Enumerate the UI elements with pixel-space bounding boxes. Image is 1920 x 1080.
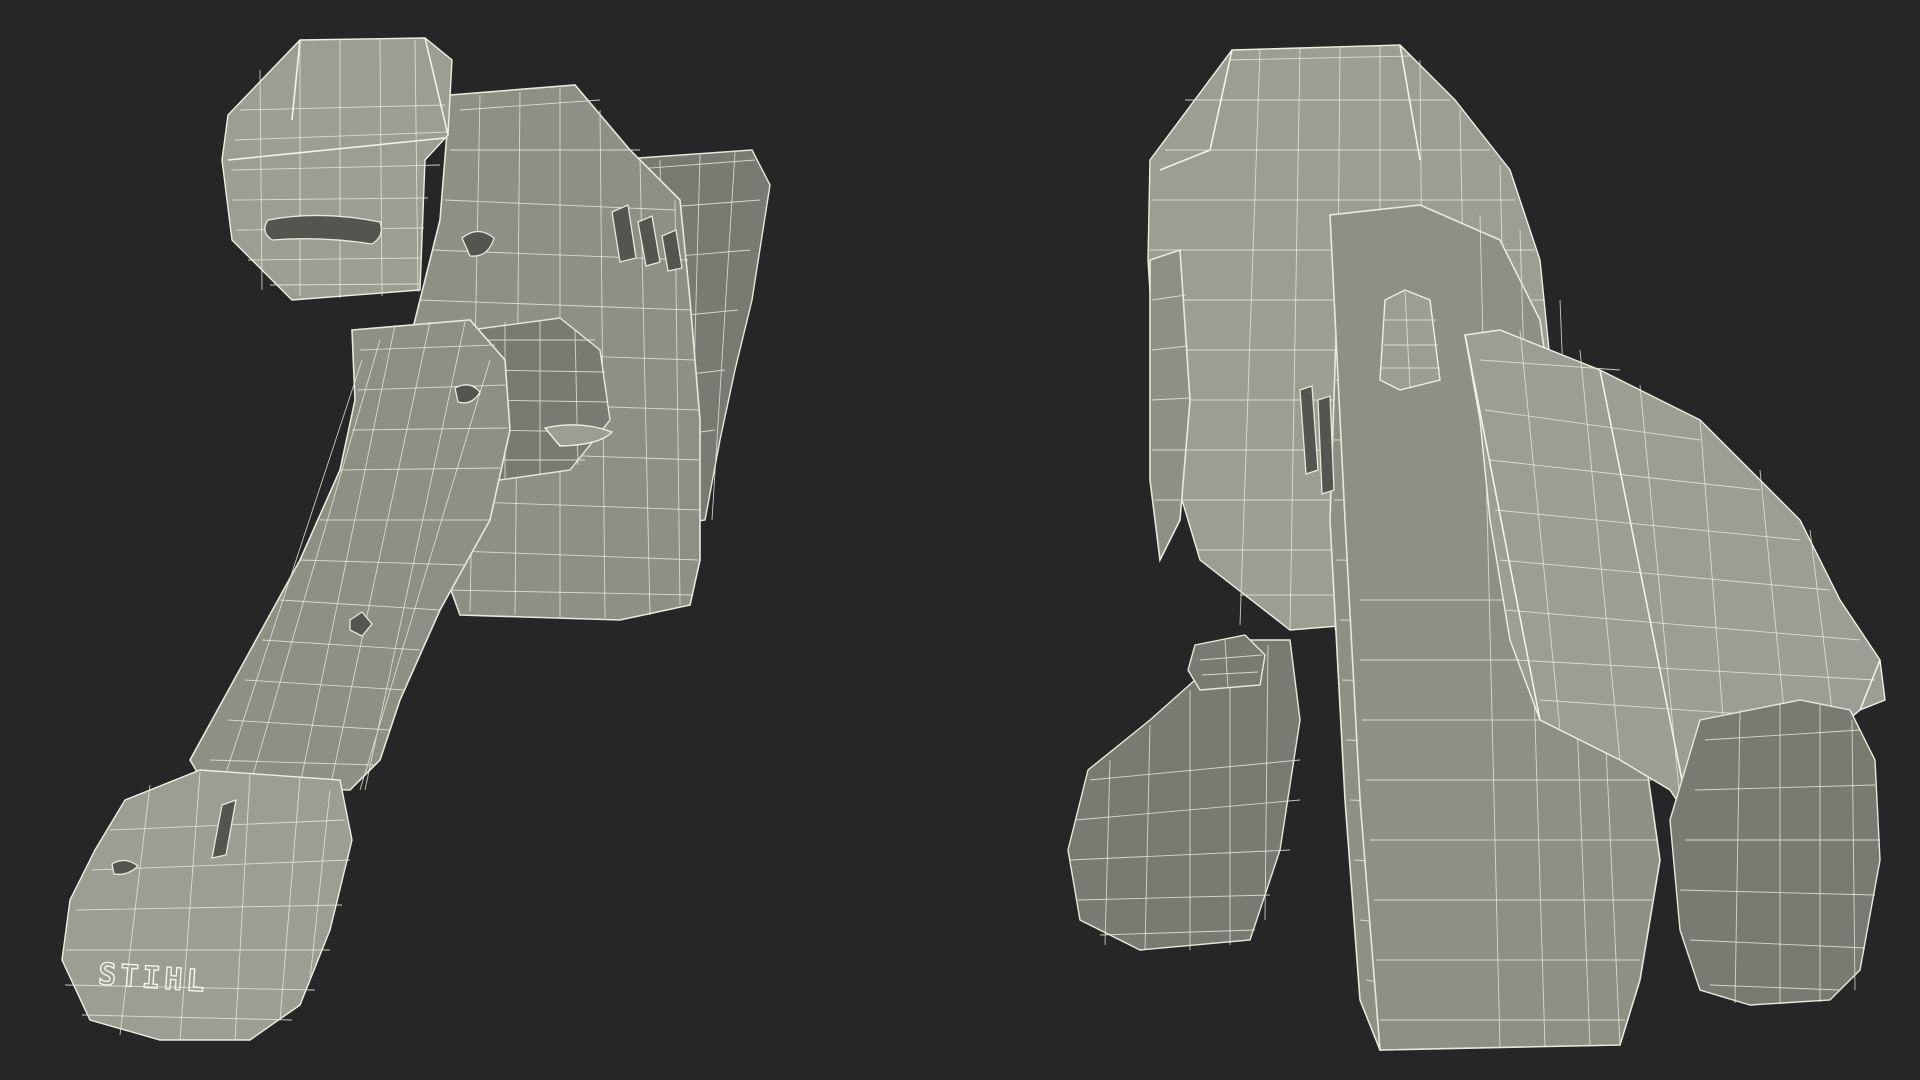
wireframe-render-canvas: STIHL: [61, 37, 1886, 1051]
left-cap-vent-slot: [264, 214, 383, 245]
right-model-view: [1067, 44, 1886, 1051]
right-intake-detail: [1379, 289, 1441, 391]
left-model-view: STIHL: [61, 37, 771, 1041]
right-sprocket-drum: [1669, 699, 1881, 1006]
